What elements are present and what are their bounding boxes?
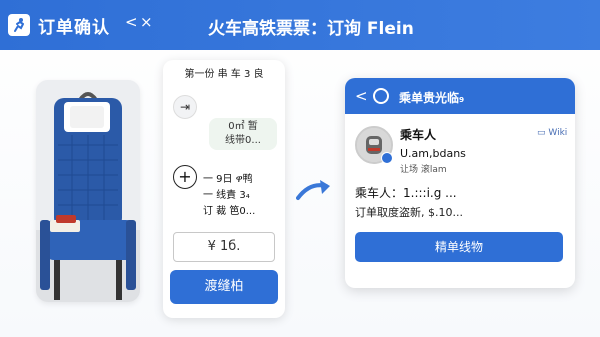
app-title: 订单确认: [38, 18, 110, 38]
passenger-name: 乘车人: [400, 128, 437, 142]
panel-header-title: 乘单贵光临₉: [399, 91, 465, 105]
detail-line-2: 一 线責 3₄: [203, 190, 250, 201]
badge-line-1: 0㎡ 暂: [228, 121, 258, 132]
panel-header: < 乘单贵光临₉: [345, 78, 575, 114]
detail-line-1: 一 9日 ዋ鸭: [203, 174, 253, 185]
price-field[interactable]: ¥ 1б.: [173, 232, 275, 262]
badge-line-2: 线带0...: [225, 135, 261, 146]
passenger-subtitle: 让场 滚lam: [400, 165, 447, 175]
passenger-confirm-panel: < 乘单贵光临₉ 乘车人 U.am,bdans 让场 滚lam ▭ Wiki 乘…: [345, 78, 575, 288]
panel-title: 第一份 串 车 3 良: [184, 69, 264, 80]
order-detail-panel: 第一份 串 车 3 良 ⇥ 0㎡ 暂 线带0... + 一 9日 ዋ鸭 一 线責…: [163, 60, 285, 318]
train-seat-image: [36, 80, 140, 302]
passenger-identity: U.am,bdans: [400, 147, 466, 160]
transfer-icon[interactable]: ⇥: [173, 95, 197, 119]
runner-icon: [8, 14, 30, 36]
confirm-button[interactable]: 渡缝柏: [170, 270, 278, 304]
flow-arrow-icon: [296, 180, 330, 200]
amount-line: 订单取度盗新, $.10...: [355, 206, 463, 219]
page-title: 火车高铁票票：订询 Flein: [208, 19, 414, 39]
page-root: 订单确认 < × 火车高铁票票：订询 Flein 第一份 串 车 3 良 ⇥ 0…: [0, 0, 600, 337]
refresh-icon[interactable]: [373, 88, 389, 104]
add-passenger-button[interactable]: +: [173, 165, 197, 189]
verified-icon: [381, 152, 393, 164]
top-header-bar: 订单确认 < × 火车高铁票票：订询 Flein: [0, 0, 600, 50]
device-label: ▭ Wiki: [537, 128, 567, 138]
close-button[interactable]: ×: [140, 13, 153, 31]
detail-line-3: 订 裁 笆0...: [203, 206, 256, 217]
submit-order-button[interactable]: 精单线物: [355, 232, 563, 262]
passenger-line: 乘车人：1.:::i.g ...: [355, 186, 457, 200]
status-badge: 0㎡ 暂 线带0...: [209, 118, 277, 150]
back-button[interactable]: <: [125, 13, 138, 31]
device-label-text: Wiki: [548, 128, 568, 138]
back-icon[interactable]: <: [355, 87, 368, 105]
monitor-icon: ▭: [537, 128, 546, 138]
